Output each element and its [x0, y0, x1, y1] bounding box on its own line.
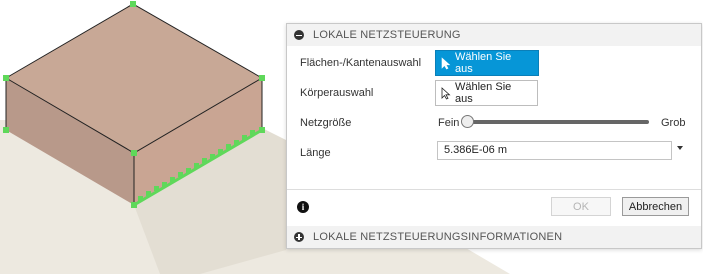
- cancel-button[interactable]: Abbrechen: [622, 197, 689, 216]
- length-input[interactable]: 5.386E-06 m: [437, 141, 672, 160]
- mesh-size-label: Netzgröße: [300, 117, 352, 129]
- expand-icon[interactable]: [294, 232, 304, 242]
- ok-button[interactable]: OK: [551, 197, 611, 216]
- mesh-size-fine-label: Fein: [438, 117, 460, 129]
- section-title: LOKALE NETZSTEUERUNG: [313, 29, 461, 41]
- face-edge-select-button-label: Wählen Sie aus: [455, 51, 512, 75]
- body-selection-label: Körperauswahl: [300, 87, 374, 99]
- info-icon[interactable]: i: [297, 201, 309, 213]
- cursor-arrow-icon: [441, 56, 451, 69]
- section-header-local-mesh-control[interactable]: LOKALE NETZSTEUERUNG: [287, 24, 701, 46]
- collapse-icon[interactable]: [294, 30, 304, 40]
- divider: [287, 189, 701, 190]
- length-label: Länge: [300, 147, 331, 159]
- cursor-arrow-icon: [441, 86, 451, 100]
- mesh-size-coarse-label: Grob: [661, 117, 686, 129]
- mesh-size-slider-thumb[interactable]: [461, 115, 474, 128]
- ground-plane: [0, 120, 8, 274]
- section-header-mesh-info[interactable]: LOKALE NETZSTEUERUNGSINFORMATIONEN: [287, 226, 701, 248]
- face-edge-select-button[interactable]: Wählen Sie aus: [435, 50, 539, 76]
- body-select-button-label: Wählen Sie aus: [455, 81, 512, 105]
- mesh-size-slider-track[interactable]: [463, 120, 649, 124]
- length-unit-dropdown-icon[interactable]: [677, 146, 683, 150]
- body-select-button[interactable]: Wählen Sie aus: [435, 80, 538, 106]
- local-mesh-control-dialog: LOKALE NETZSTEUERUNG Flächen-/Kantenausw…: [286, 23, 702, 249]
- face-edge-selection-label: Flächen-/Kantenauswahl: [300, 57, 422, 69]
- info-section-title: LOKALE NETZSTEUERUNGSINFORMATIONEN: [313, 231, 563, 243]
